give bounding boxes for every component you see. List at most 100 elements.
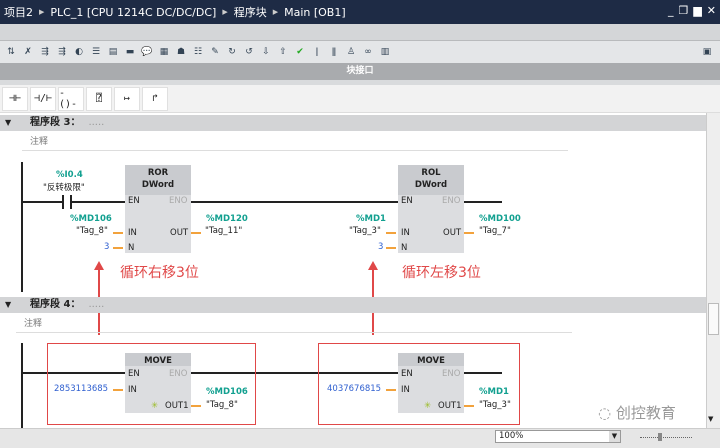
- operand-tag[interactable]: "Tag_8": [206, 400, 238, 410]
- breadcrumb-main[interactable]: Main [OB1]: [284, 6, 346, 19]
- wire: [191, 201, 398, 203]
- close-icon[interactable]: ✕: [707, 4, 716, 17]
- operand-tag[interactable]: "Tag_8": [76, 226, 108, 236]
- zoom-slider[interactable]: [640, 433, 692, 441]
- operand-address[interactable]: %MD106: [206, 387, 248, 397]
- collapse-icon[interactable]: ▤: [106, 45, 120, 59]
- constant-value[interactable]: 2853113685: [54, 384, 108, 394]
- coil-icon[interactable]: -()-: [58, 86, 84, 111]
- network-title: 程序段 3：: [30, 117, 81, 128]
- operand-address[interactable]: %MD1: [479, 387, 509, 397]
- contact-address[interactable]: %I0.4: [56, 170, 83, 180]
- no-contact-icon[interactable]: ⊣⊢: [2, 86, 28, 111]
- breadcrumb-project[interactable]: 项目2: [4, 4, 33, 20]
- add-row-icon[interactable]: ⇶: [55, 45, 69, 59]
- pin-eno: ENO: [169, 369, 188, 379]
- vertical-scrollbar[interactable]: ▼: [706, 113, 720, 428]
- list-icon[interactable]: ☷: [191, 45, 205, 59]
- contact-tag[interactable]: "反转极限": [43, 181, 85, 193]
- expand-all-icon[interactable]: ☰: [89, 45, 103, 59]
- constant-value[interactable]: 3: [104, 242, 109, 252]
- pin-connector: [464, 405, 474, 407]
- network-dots: .....: [88, 299, 105, 310]
- arrowhead-icon: [94, 261, 104, 270]
- pin-en: EN: [401, 196, 413, 206]
- network-3-comment[interactable]: 注释: [22, 133, 568, 151]
- network-3-header[interactable]: ▼ 程序段 3：.....: [0, 115, 706, 131]
- delete-network-icon[interactable]: ✗: [21, 45, 35, 59]
- glasses-icon[interactable]: ∞: [361, 45, 375, 59]
- network-4-header[interactable]: ▼ 程序段 4：.....: [0, 297, 706, 313]
- pin-in: IN: [401, 228, 410, 238]
- pin-out1: OUT1: [165, 401, 189, 411]
- breadcrumb-blocks[interactable]: 程序块: [234, 4, 267, 20]
- prev-error-icon[interactable]: ǀ: [310, 45, 324, 59]
- block-name: MOVE: [398, 353, 464, 366]
- scroll-down-icon[interactable]: ▼: [708, 415, 713, 423]
- next-error-icon[interactable]: ǁ: [327, 45, 341, 59]
- operand-address[interactable]: %MD100: [479, 214, 521, 224]
- maximize-icon[interactable]: ▆: [693, 4, 701, 17]
- operand-address[interactable]: %MD106: [70, 214, 112, 224]
- favorites-icon[interactable]: ✎: [208, 45, 222, 59]
- network-4-comment[interactable]: 注释: [16, 315, 572, 333]
- collapse-icon[interactable]: ▼: [5, 115, 11, 131]
- chevron-down-icon[interactable]: ▼: [609, 431, 620, 442]
- absolute-operand-icon[interactable]: ▦: [157, 45, 171, 59]
- close-branch-icon[interactable]: ↱: [142, 86, 168, 111]
- goto-icon[interactable]: ↺: [242, 45, 256, 59]
- wire: [22, 201, 62, 203]
- contact-icon[interactable]: [62, 195, 72, 209]
- comment-icon[interactable]: 💬: [140, 45, 154, 59]
- block-type[interactable]: DWord: [398, 179, 464, 191]
- move-block[interactable]: MOVE EN ENO IN ✳ OUT1: [125, 353, 191, 413]
- monitor-icon[interactable]: ↻: [225, 45, 239, 59]
- block-call-icon[interactable]: ◐: [72, 45, 86, 59]
- block-name: MOVE: [125, 353, 191, 366]
- constant-value[interactable]: 3: [378, 242, 383, 252]
- pin-eno: ENO: [169, 196, 188, 206]
- operand-tag[interactable]: "Tag_11": [205, 226, 242, 236]
- symbol-icon[interactable]: ☗: [174, 45, 188, 59]
- move-block[interactable]: MOVE EN ENO IN ✳ OUT1: [398, 353, 464, 413]
- collapse-icon[interactable]: ▼: [5, 297, 11, 313]
- split-icon[interactable]: ▥: [378, 45, 392, 59]
- pin-eno: ENO: [442, 196, 461, 206]
- block-type[interactable]: DWord: [125, 179, 191, 191]
- ror-block[interactable]: ROR DWord EN ENO IN OUT N: [125, 165, 191, 253]
- nc-contact-icon[interactable]: ⊣/⊢: [30, 86, 56, 111]
- operand-address[interactable]: %MD1: [356, 214, 386, 224]
- pin-connector: [464, 232, 474, 234]
- pin-out: OUT: [170, 228, 189, 238]
- settings-icon[interactable]: ▣: [700, 45, 714, 59]
- window-controls: _ ❐ ▆ ✕: [668, 4, 716, 17]
- empty-box-icon[interactable]: ⍰: [86, 86, 112, 111]
- breadcrumb-plc[interactable]: PLC_1 [CPU 1214C DC/DC/DC]: [50, 6, 216, 19]
- operand-tag[interactable]: "Tag_3": [349, 226, 381, 236]
- download-icon[interactable]: ⇩: [259, 45, 273, 59]
- insert-network-icon[interactable]: ⇅: [4, 45, 18, 59]
- watermark: ◌ 创控教育: [598, 402, 676, 423]
- pin-en: EN: [128, 369, 140, 379]
- open-branch-icon[interactable]: ↦: [114, 86, 140, 111]
- user-icon[interactable]: ♙: [344, 45, 358, 59]
- scroll-thumb[interactable]: [708, 303, 719, 335]
- pin-connector: [191, 232, 201, 234]
- operand-tag[interactable]: "Tag_7": [479, 226, 511, 236]
- operand-address[interactable]: %MD120: [206, 214, 248, 224]
- minimize-icon[interactable]: _: [668, 4, 674, 17]
- rol-block[interactable]: ROL DWord EN ENO IN OUT N: [398, 165, 464, 253]
- restore-icon[interactable]: ❐: [678, 4, 688, 17]
- compile-icon[interactable]: ✔: [293, 45, 307, 59]
- insert-row-icon[interactable]: ⇶: [38, 45, 52, 59]
- upload-icon[interactable]: ⇧: [276, 45, 290, 59]
- network-icon[interactable]: ▬: [123, 45, 137, 59]
- add-output-icon[interactable]: ✳: [424, 401, 431, 411]
- operand-tag[interactable]: "Tag_3": [479, 400, 511, 410]
- zoom-select[interactable]: 100% ▼: [495, 430, 621, 443]
- zoom-slider-thumb[interactable]: [658, 433, 662, 441]
- constant-value[interactable]: 4037676815: [327, 384, 381, 394]
- block-interface-bar[interactable]: 块接口: [0, 63, 720, 80]
- add-output-icon[interactable]: ✳: [151, 401, 158, 411]
- pin-in: IN: [128, 385, 137, 395]
